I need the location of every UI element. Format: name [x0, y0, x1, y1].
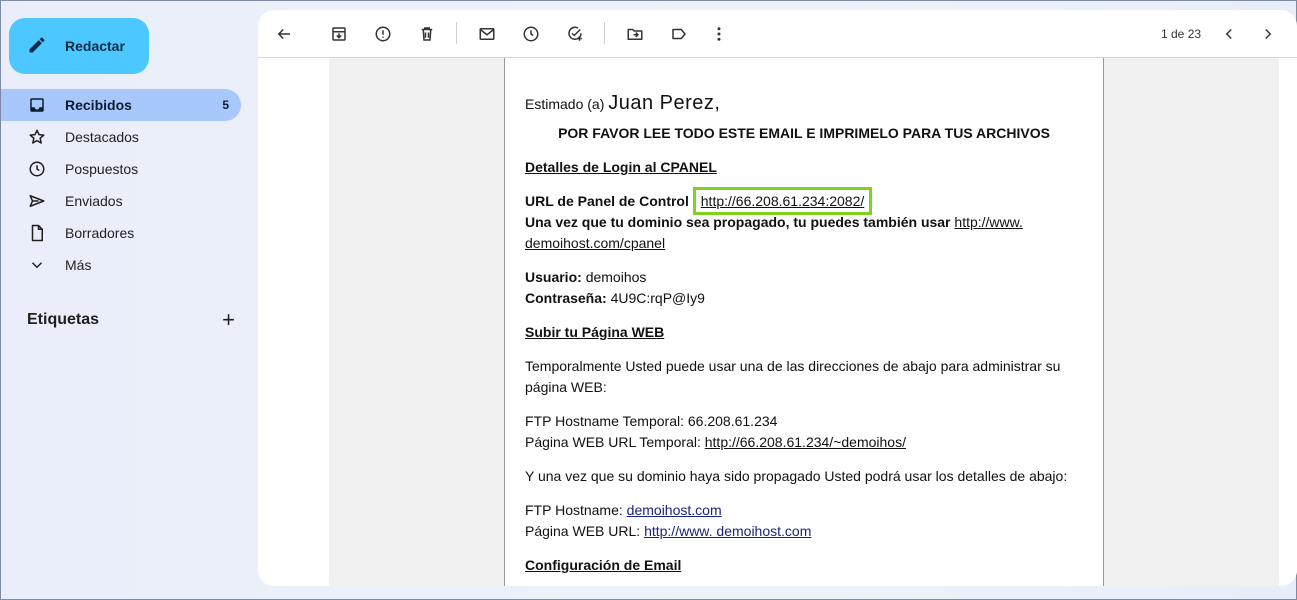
sidebar-item-label: Pospuestos: [65, 161, 139, 177]
greeting-prefix: Estimado (a): [525, 96, 605, 112]
more-options-icon[interactable]: [707, 22, 731, 46]
toolbar-divider: [604, 22, 605, 44]
label-icon[interactable]: [667, 22, 691, 46]
mark-unread-icon[interactable]: [475, 22, 499, 46]
panel-url-label: URL de Panel de Control: [525, 193, 689, 209]
message-body-area: Estimado (a) Juan Perez, POR FAVOR LEE T…: [258, 58, 1297, 586]
inbox-icon: [27, 95, 47, 115]
section-heading-email: Configuración de Email: [525, 557, 682, 573]
sidebar-item-sent[interactable]: Enviados: [1, 185, 241, 217]
labels-heading: Etiquetas: [27, 311, 100, 328]
web-url-link[interactable]: http://www. demoihost.com: [644, 523, 811, 539]
user-label: Usuario:: [525, 269, 582, 285]
after-propagation-paragraph: Y una vez que su dominio haya sido propa…: [525, 468, 1068, 484]
compose-button[interactable]: Redactar: [9, 18, 149, 74]
password-label: Contraseña:: [525, 290, 607, 306]
chevron-down-icon: [27, 255, 47, 275]
delete-icon[interactable]: [415, 22, 439, 46]
back-arrow-icon[interactable]: [272, 22, 296, 46]
scrollbar[interactable]: [1279, 58, 1297, 586]
archive-icon[interactable]: [327, 22, 351, 46]
send-icon: [27, 191, 47, 211]
sidebar-nav: Recibidos 5 Destacados Pospuestos Enviad…: [1, 89, 241, 281]
chevron-right-icon[interactable]: [1256, 22, 1280, 46]
pagination-count: 1 de 23: [1161, 27, 1202, 41]
web-label: Página WEB URL:: [525, 523, 641, 539]
propagated-text: Una vez que tu dominio sea propagado, tu…: [525, 214, 951, 230]
ftp-temp-value: 66.208.61.234: [687, 413, 778, 429]
chevron-left-icon[interactable]: [1217, 22, 1241, 46]
clock-icon: [27, 159, 47, 179]
sidebar-item-more[interactable]: Más: [1, 249, 241, 281]
control-panel-link[interactable]: http://66.208.61.234:2082/: [692, 187, 873, 215]
temp-paragraph: Temporalmente Usted puede usar una de la…: [525, 358, 1061, 395]
message-toolbar: 1 de 23: [258, 10, 1297, 58]
content-margin: [258, 58, 329, 586]
unread-count-badge: 5: [222, 98, 229, 112]
report-spam-icon[interactable]: [371, 22, 395, 46]
section-heading-login: Detalles de Login al CPANEL: [525, 159, 717, 175]
cpanel-link-part1[interactable]: http://www.: [954, 214, 1022, 230]
web-temp-label: Página WEB URL Temporal:: [525, 434, 701, 450]
sidebar-item-label: Destacados: [65, 129, 139, 145]
section-heading-upload: Subir tu Página WEB: [525, 324, 665, 340]
sidebar-item-inbox[interactable]: Recibidos 5: [1, 89, 241, 121]
ftp-temp-label: FTP Hostname Temporal:: [525, 413, 684, 429]
sidebar-item-snoozed[interactable]: Pospuestos: [1, 153, 241, 185]
print-notice: POR FAVOR LEE TODO ESTE EMAIL E IMPRIMEL…: [558, 125, 1050, 141]
recipient-name: Juan Perez,: [608, 92, 721, 114]
move-to-folder-icon[interactable]: [623, 22, 647, 46]
ftp-host-link[interactable]: demoihost.com: [627, 502, 722, 518]
snooze-icon[interactable]: [519, 22, 543, 46]
ftp-label: FTP Hostname:: [525, 502, 623, 518]
add-task-icon[interactable]: [563, 22, 587, 46]
message-panel: 1 de 23 Estimado (a) Juan Perez, POR FAV…: [258, 10, 1297, 586]
labels-section-header: Etiquetas +: [27, 309, 235, 331]
add-label-button[interactable]: +: [222, 309, 235, 331]
sidebar-item-label: Enviados: [65, 193, 123, 209]
sidebar-item-label: Recibidos: [65, 97, 132, 113]
user-value: demoihos: [585, 269, 647, 285]
sidebar-item-starred[interactable]: Destacados: [1, 121, 241, 153]
sidebar-item-label: Más: [65, 257, 92, 273]
web-temp-link[interactable]: http://66.208.61.234/~demoihos/: [705, 434, 906, 450]
sidebar-item-label: Borradores: [65, 225, 135, 241]
pencil-icon: [27, 35, 47, 58]
cpanel-link-part2[interactable]: demoihost.com/cpanel: [525, 235, 665, 251]
password-value: 4U9C:rqP@Iy9: [610, 290, 705, 306]
email-body: Estimado (a) Juan Perez, POR FAVOR LEE T…: [504, 58, 1104, 586]
compose-label: Redactar: [65, 38, 125, 54]
toolbar-divider: [456, 22, 457, 44]
draft-icon: [27, 223, 47, 243]
sidebar-item-drafts[interactable]: Borradores: [1, 217, 241, 249]
star-icon: [27, 127, 47, 147]
